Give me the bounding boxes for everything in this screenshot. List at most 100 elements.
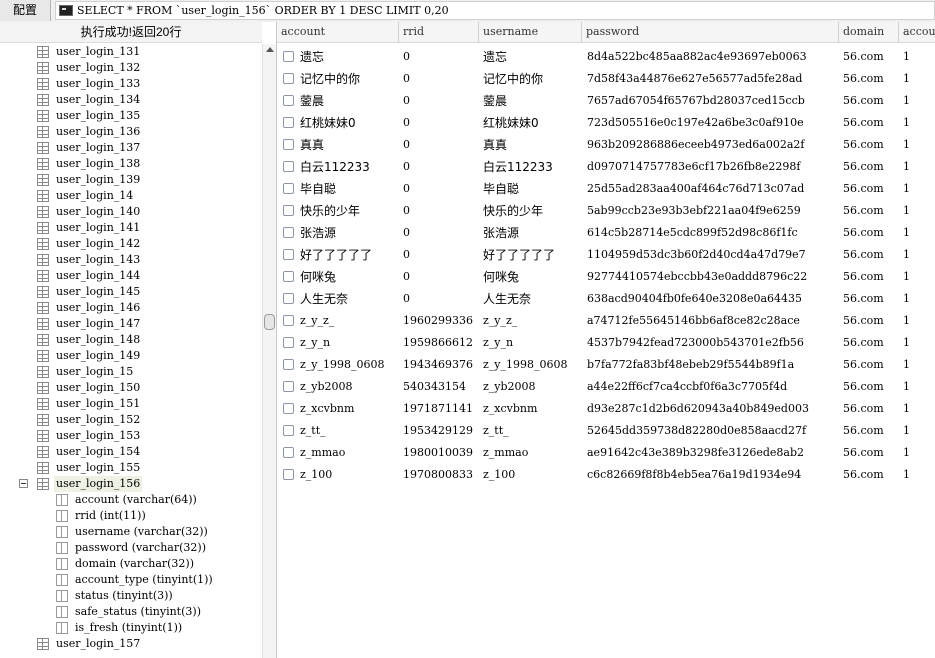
cell-account_type[interactable]: 1 xyxy=(903,90,935,112)
table-row[interactable]: 张浩源 0 张浩源 614c5b28714e5cdc899f52d98c86f1fc 5… xyxy=(277,222,935,244)
row-select-checkbox[interactable] xyxy=(283,205,294,216)
cell-account[interactable]: 人生无奈 xyxy=(300,288,416,310)
cell-account_type[interactable]: 1 xyxy=(903,376,935,398)
cell-account[interactable]: 毕自聪 xyxy=(300,178,416,200)
row-select-checkbox[interactable] xyxy=(283,469,294,480)
table-row[interactable]: 快乐的少年 0 快乐的少年 5ab99ccb23e93b3ebf221aa04f9e6… xyxy=(277,200,935,222)
config-button[interactable]: 配置 xyxy=(0,0,51,21)
row-select-checkbox[interactable] xyxy=(283,337,294,348)
cell-password[interactable]: 25d55ad283aa400af464c76d713c07ad xyxy=(587,178,838,200)
cell-rrid[interactable]: 0 xyxy=(403,222,477,244)
table-row[interactable]: 记忆中的你 0 记忆中的你 7d58f43a44876e627e56577ad5fe2… xyxy=(277,68,935,90)
cell-username[interactable]: z_100 xyxy=(483,464,580,486)
cell-account_type[interactable]: 1 xyxy=(903,46,935,68)
cell-password[interactable]: a44e22ff6cf7ca4ccbf0f6a3c7705f4d xyxy=(587,376,838,398)
row-select-checkbox[interactable] xyxy=(283,293,294,304)
table-row[interactable]: z_y_z_ 1960299336 z_y_z_ a74712fe55645146bb… xyxy=(277,310,935,332)
cell-rrid[interactable]: 0 xyxy=(403,90,477,112)
row-select-checkbox[interactable] xyxy=(283,51,294,62)
scroll-up-arrow-icon[interactable] xyxy=(266,47,274,52)
cell-username[interactable]: 蓥晨 xyxy=(483,90,580,112)
row-select-checkbox[interactable] xyxy=(283,425,294,436)
cell-account_type[interactable]: 1 xyxy=(903,134,935,156)
cell-rrid[interactable]: 1960299336 xyxy=(403,310,477,332)
cell-password[interactable]: d0970714757783e6cf17b26fb8e2298f xyxy=(587,156,838,178)
cell-account[interactable]: z_xcvbnm xyxy=(300,398,416,420)
cell-domain[interactable]: 56.com xyxy=(843,134,897,156)
cell-rrid[interactable]: 0 xyxy=(403,200,477,222)
cell-account[interactable]: z_y_n xyxy=(300,332,416,354)
cell-rrid[interactable]: 1971871141 xyxy=(403,398,477,420)
cell-domain[interactable]: 56.com xyxy=(843,332,897,354)
table-row[interactable]: z_100 1970800833 z_100 c6c82669f8f8b4eb5ea7… xyxy=(277,464,935,486)
column-header-domain[interactable]: domain xyxy=(839,22,899,42)
row-select-checkbox[interactable] xyxy=(283,183,294,194)
tree-scrollbar[interactable] xyxy=(262,44,276,658)
collapse-toggle-icon[interactable] xyxy=(19,479,28,488)
cell-password[interactable]: ae91642c43e389b3298fe3126ede8ab2 xyxy=(587,442,838,464)
cell-account_type[interactable]: 1 xyxy=(903,398,935,420)
cell-domain[interactable]: 56.com xyxy=(843,200,897,222)
cell-password[interactable]: 4537b7942fead723000b543701e2fb56 xyxy=(587,332,838,354)
cell-username[interactable]: z_y_n xyxy=(483,332,580,354)
cell-account_type[interactable]: 1 xyxy=(903,200,935,222)
cell-domain[interactable]: 56.com xyxy=(843,244,897,266)
cell-username[interactable]: 记忆中的你 xyxy=(483,68,580,90)
table-row[interactable]: z_y_1998_0608 1943469376 z_y_1998_0608 b7fa… xyxy=(277,354,935,376)
cell-domain[interactable]: 56.com xyxy=(843,266,897,288)
cell-password[interactable]: 614c5b28714e5cdc899f52d98c86f1fc xyxy=(587,222,838,244)
cell-domain[interactable]: 56.com xyxy=(843,354,897,376)
cell-username[interactable]: 真真 xyxy=(483,134,580,156)
row-select-checkbox[interactable] xyxy=(283,315,294,326)
cell-account_type[interactable]: 1 xyxy=(903,222,935,244)
cell-account_type[interactable]: 1 xyxy=(903,68,935,90)
cell-username[interactable]: z_y_1998_0608 xyxy=(483,354,580,376)
cell-username[interactable]: z_yb2008 xyxy=(483,376,580,398)
cell-username[interactable]: z_mmao xyxy=(483,442,580,464)
table-row[interactable]: 毕自聪 0 毕自聪 25d55ad283aa400af464c76d713c07ad 5… xyxy=(277,178,935,200)
cell-password[interactable]: a74712fe55645146bb6af8ce82c28ace xyxy=(587,310,838,332)
cell-username[interactable]: z_tt_ xyxy=(483,420,580,442)
cell-domain[interactable]: 56.com xyxy=(843,398,897,420)
sql-query-field[interactable]: SELECT * FROM `user_login_156` ORDER BY … xyxy=(55,1,935,20)
row-select-checkbox[interactable] xyxy=(283,117,294,128)
cell-password[interactable]: 92774410574ebccbb43e0addd8796c22 xyxy=(587,266,838,288)
cell-account_type[interactable]: 1 xyxy=(903,332,935,354)
cell-password[interactable]: b7fa772fa83bf48ebeb29f5544b89f1a xyxy=(587,354,838,376)
cell-account[interactable]: 记忆中的你 xyxy=(300,68,416,90)
cell-account_type[interactable]: 1 xyxy=(903,288,935,310)
row-select-checkbox[interactable] xyxy=(283,161,294,172)
cell-rrid[interactable]: 0 xyxy=(403,68,477,90)
cell-account_type[interactable]: 1 xyxy=(903,178,935,200)
cell-account[interactable]: 遗忘 xyxy=(300,46,416,68)
cell-domain[interactable]: 56.com xyxy=(843,178,897,200)
cell-rrid[interactable]: 0 xyxy=(403,156,477,178)
cell-rrid[interactable]: 0 xyxy=(403,288,477,310)
table-row[interactable]: z_tt_ 1953429129 z_tt_ 52645dd359738d82280d… xyxy=(277,420,935,442)
cell-account[interactable]: 好了了了了了 xyxy=(300,244,416,266)
cell-account[interactable]: 蓥晨 xyxy=(300,90,416,112)
cell-domain[interactable]: 56.com xyxy=(843,310,897,332)
cell-domain[interactable]: 56.com xyxy=(843,68,897,90)
cell-account_type[interactable]: 1 xyxy=(903,112,935,134)
cell-username[interactable]: 何咪兔 xyxy=(483,266,580,288)
cell-password[interactable]: 723d505516e0c197e42a6be3c0af910e xyxy=(587,112,838,134)
row-select-checkbox[interactable] xyxy=(283,403,294,414)
cell-rrid[interactable]: 1970800833 xyxy=(403,464,477,486)
cell-account[interactable]: 何咪兔 xyxy=(300,266,416,288)
cell-account[interactable]: z_yb2008 xyxy=(300,376,416,398)
cell-account_type[interactable]: 1 xyxy=(903,156,935,178)
cell-rrid[interactable]: 0 xyxy=(403,266,477,288)
cell-account[interactable]: 白云112233 xyxy=(300,156,416,178)
cell-password[interactable]: 963b209286886eceeb4973ed6a002a2f xyxy=(587,134,838,156)
cell-rrid[interactable]: 1953429129 xyxy=(403,420,477,442)
cell-password[interactable]: c6c82669f8f8b4eb5ea76a19d1934e94 xyxy=(587,464,838,486)
cell-username[interactable]: 红桃妹妹0 xyxy=(483,112,580,134)
cell-domain[interactable]: 56.com xyxy=(843,376,897,398)
column-header-rrid[interactable]: rrid xyxy=(399,22,479,42)
cell-account[interactable]: 真真 xyxy=(300,134,416,156)
cell-domain[interactable]: 56.com xyxy=(843,420,897,442)
cell-password[interactable]: d93e287c1d2b6d620943a40b849ed003 xyxy=(587,398,838,420)
cell-username[interactable]: 遗忘 xyxy=(483,46,580,68)
table-row[interactable]: 何咪兔 0 何咪兔 92774410574ebccbb43e0addd8796c22 5… xyxy=(277,266,935,288)
